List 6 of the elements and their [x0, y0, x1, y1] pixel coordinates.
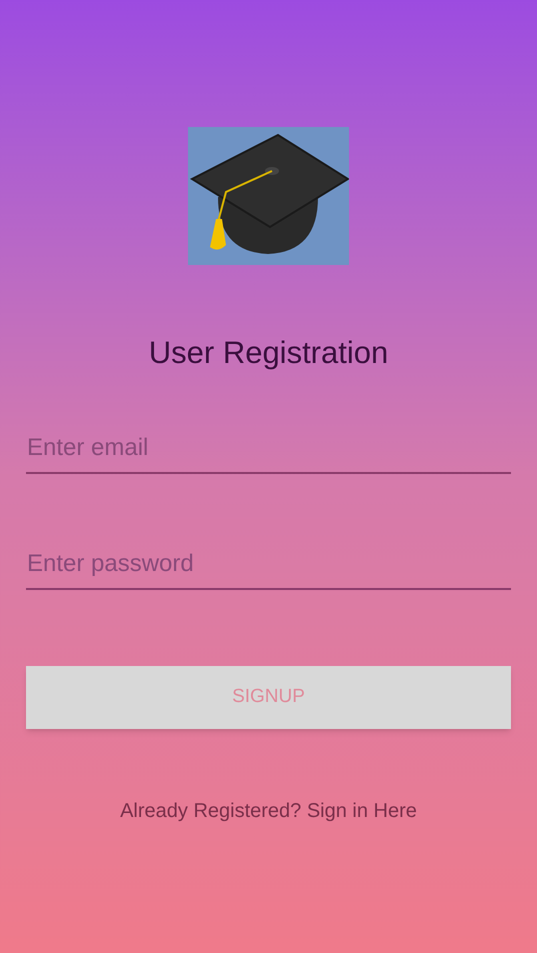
graduation-cap-icon: [188, 127, 349, 265]
page-title: User Registration: [148, 337, 388, 368]
input-field[interactable]: Enter email: [26, 424, 511, 474]
signup-button[interactable]: SIGNUP: [26, 666, 511, 729]
sign-in-link[interactable]: Already Registered? Sign in Here: [120, 796, 417, 826]
input-field[interactable]: Enter password: [26, 540, 511, 590]
